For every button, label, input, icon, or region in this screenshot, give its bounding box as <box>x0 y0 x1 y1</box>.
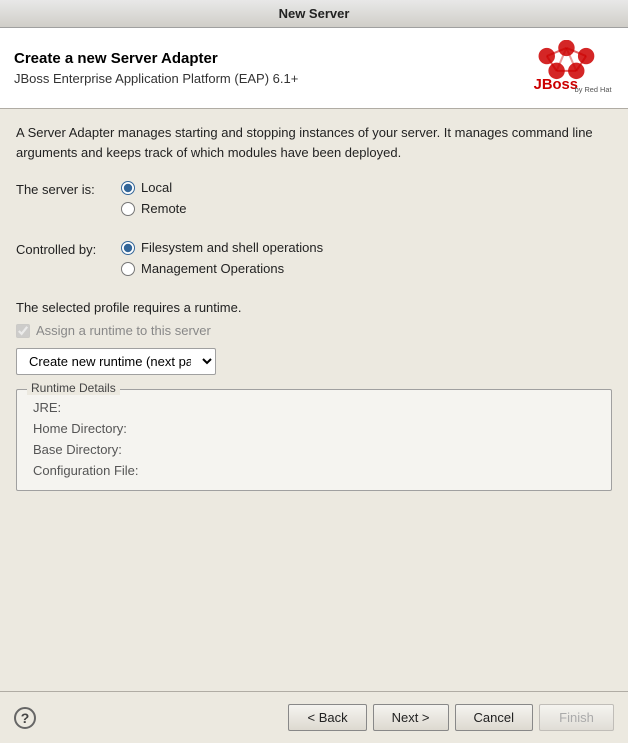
svg-text:JBoss: JBoss <box>534 77 578 93</box>
controlled-by-management-option[interactable]: Management Operations <box>121 261 323 276</box>
runtime-jre-label: JRE: <box>33 400 61 415</box>
finish-button[interactable]: Finish <box>539 704 614 731</box>
controlled-by-label: Controlled by: <box>16 240 121 257</box>
jboss-logo: JBoss by Red Hat <box>532 40 614 96</box>
runtime-home-label: Home Directory: <box>33 421 127 436</box>
footer: ? < Back Next > Cancel Finish <box>0 691 628 743</box>
controlled-by-filesystem-label: Filesystem and shell operations <box>141 240 323 255</box>
dialog-title: New Server <box>279 6 350 21</box>
server-is-local-radio[interactable] <box>121 181 135 195</box>
server-is-radio-group: Local Remote <box>121 180 187 216</box>
runtime-jre-row: JRE: <box>29 400 599 415</box>
svg-text:by Red Hat: by Red Hat <box>575 85 612 94</box>
runtime-home-row: Home Directory: <box>29 421 599 436</box>
jboss-logo-svg: JBoss by Red Hat <box>532 40 614 96</box>
assign-runtime-row: Assign a runtime to this server <box>16 323 612 338</box>
server-is-remote-label: Remote <box>141 201 187 216</box>
runtime-details-group: Runtime Details JRE: Home Directory: Bas… <box>16 389 612 491</box>
assign-runtime-checkbox[interactable] <box>16 324 30 338</box>
profile-text: The selected profile requires a runtime. <box>16 300 612 315</box>
controlled-by-row: Controlled by: Filesystem and shell oper… <box>16 240 612 276</box>
title-bar: New Server <box>0 0 628 28</box>
dialog-content: Create a new Server Adapter JBoss Enterp… <box>0 28 628 743</box>
server-is-local-label: Local <box>141 180 172 195</box>
footer-left: ? <box>14 707 36 729</box>
runtime-config-label: Configuration File: <box>33 463 139 478</box>
controlled-by-management-radio[interactable] <box>121 262 135 276</box>
next-button[interactable]: Next > <box>373 704 449 731</box>
controlled-by-management-label: Management Operations <box>141 261 284 276</box>
server-is-remote-option[interactable]: Remote <box>121 201 187 216</box>
controlled-by-filesystem-option[interactable]: Filesystem and shell operations <box>121 240 323 255</box>
cancel-button[interactable]: Cancel <box>455 704 533 731</box>
header-text: Create a new Server Adapter JBoss Enterp… <box>14 50 298 86</box>
runtime-dropdown[interactable]: Create new runtime (next page) <box>16 348 216 375</box>
controlled-by-filesystem-radio[interactable] <box>121 241 135 255</box>
header-subtitle: JBoss Enterprise Application Platform (E… <box>14 71 298 86</box>
back-button[interactable]: < Back <box>288 704 366 731</box>
controlled-by-radio-group: Filesystem and shell operations Manageme… <box>121 240 323 276</box>
runtime-details-legend: Runtime Details <box>27 381 120 395</box>
body-section: A Server Adapter manages starting and st… <box>0 109 628 691</box>
runtime-config-row: Configuration File: <box>29 463 599 478</box>
header-title: Create a new Server Adapter <box>14 50 298 67</box>
footer-buttons: < Back Next > Cancel Finish <box>288 704 614 731</box>
server-is-local-option[interactable]: Local <box>121 180 187 195</box>
server-is-row: The server is: Local Remote <box>16 180 612 216</box>
server-is-remote-radio[interactable] <box>121 202 135 216</box>
runtime-base-row: Base Directory: <box>29 442 599 457</box>
description-text: A Server Adapter manages starting and st… <box>16 123 612 162</box>
header-section: Create a new Server Adapter JBoss Enterp… <box>0 28 628 109</box>
assign-runtime-label: Assign a runtime to this server <box>36 323 211 338</box>
runtime-dropdown-container: Create new runtime (next page) <box>16 348 612 375</box>
help-button[interactable]: ? <box>14 707 36 729</box>
server-is-label: The server is: <box>16 180 121 197</box>
runtime-base-label: Base Directory: <box>33 442 122 457</box>
